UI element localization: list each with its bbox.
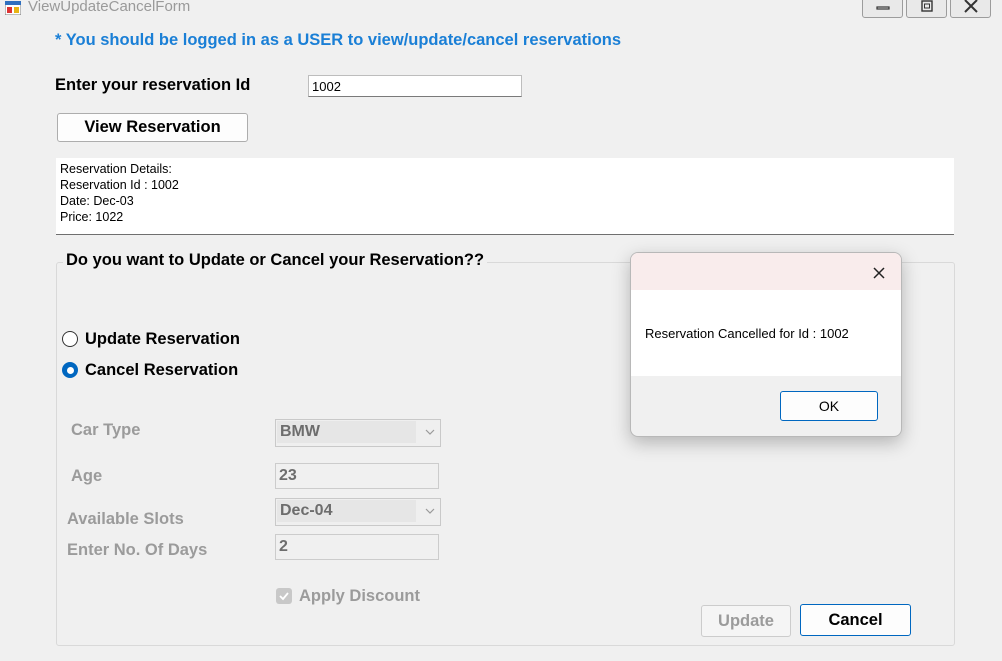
close-icon	[873, 267, 885, 279]
car-type-value: BMW	[277, 421, 416, 443]
age-field[interactable]: 23	[275, 463, 439, 489]
reservation-details-box: Reservation Details: Reservation Id : 10…	[56, 158, 954, 235]
message-dialog: Reservation Cancelled for Id : 1002 OK	[630, 252, 902, 437]
ok-button[interactable]: OK	[780, 391, 878, 421]
dialog-header	[631, 253, 901, 290]
close-icon	[963, 0, 978, 13]
chevron-down-icon	[425, 429, 435, 435]
minimize-button[interactable]	[862, 0, 903, 18]
available-slots-label: Available Slots	[67, 510, 184, 528]
checkmark-icon	[279, 592, 289, 601]
update-button[interactable]: Update	[701, 605, 791, 637]
apply-discount-checkbox[interactable]	[276, 588, 292, 604]
update-reservation-radio[interactable]	[62, 331, 78, 347]
window-title: ViewUpdateCancelForm	[28, 0, 191, 15]
dialog-close-button[interactable]	[869, 263, 889, 283]
update-reservation-label[interactable]: Update Reservation	[85, 330, 240, 349]
maximize-icon	[920, 0, 933, 12]
apply-discount-label[interactable]: Apply Discount	[299, 587, 420, 606]
details-line: Price: 1022	[60, 210, 124, 224]
cancel-reservation-label[interactable]: Cancel Reservation	[85, 361, 238, 380]
details-line: Reservation Details:	[60, 162, 172, 176]
number-of-days-field[interactable]: 2	[275, 534, 439, 560]
app-icon	[5, 1, 21, 15]
car-type-label: Car Type	[71, 421, 141, 439]
minimize-icon	[875, 6, 890, 10]
details-line: Reservation Id : 1002	[60, 178, 179, 192]
login-notice: * You should be logged in as a USER to v…	[55, 31, 622, 49]
reservation-id-label: Enter your reservation Id	[55, 76, 251, 94]
cancel-button[interactable]: Cancel	[800, 604, 911, 636]
available-slots-combobox[interactable]: Dec-04	[275, 498, 441, 526]
view-reservation-button[interactable]: View Reservation	[57, 113, 248, 142]
chevron-down-icon	[425, 508, 435, 514]
car-type-combobox[interactable]: BMW	[275, 419, 441, 447]
details-line: Date: Dec-03	[60, 194, 134, 208]
cancel-reservation-radio[interactable]	[62, 362, 78, 378]
reservation-id-input[interactable]	[308, 75, 522, 97]
group-title: Do you want to Update or Cancel your Res…	[63, 251, 488, 270]
available-slots-value: Dec-04	[277, 500, 416, 522]
close-window-button[interactable]	[950, 0, 991, 18]
age-label: Age	[71, 467, 103, 485]
maximize-button[interactable]	[906, 0, 947, 18]
dialog-message: Reservation Cancelled for Id : 1002	[645, 326, 849, 341]
number-of-days-label: Enter No. Of Days	[67, 541, 208, 559]
